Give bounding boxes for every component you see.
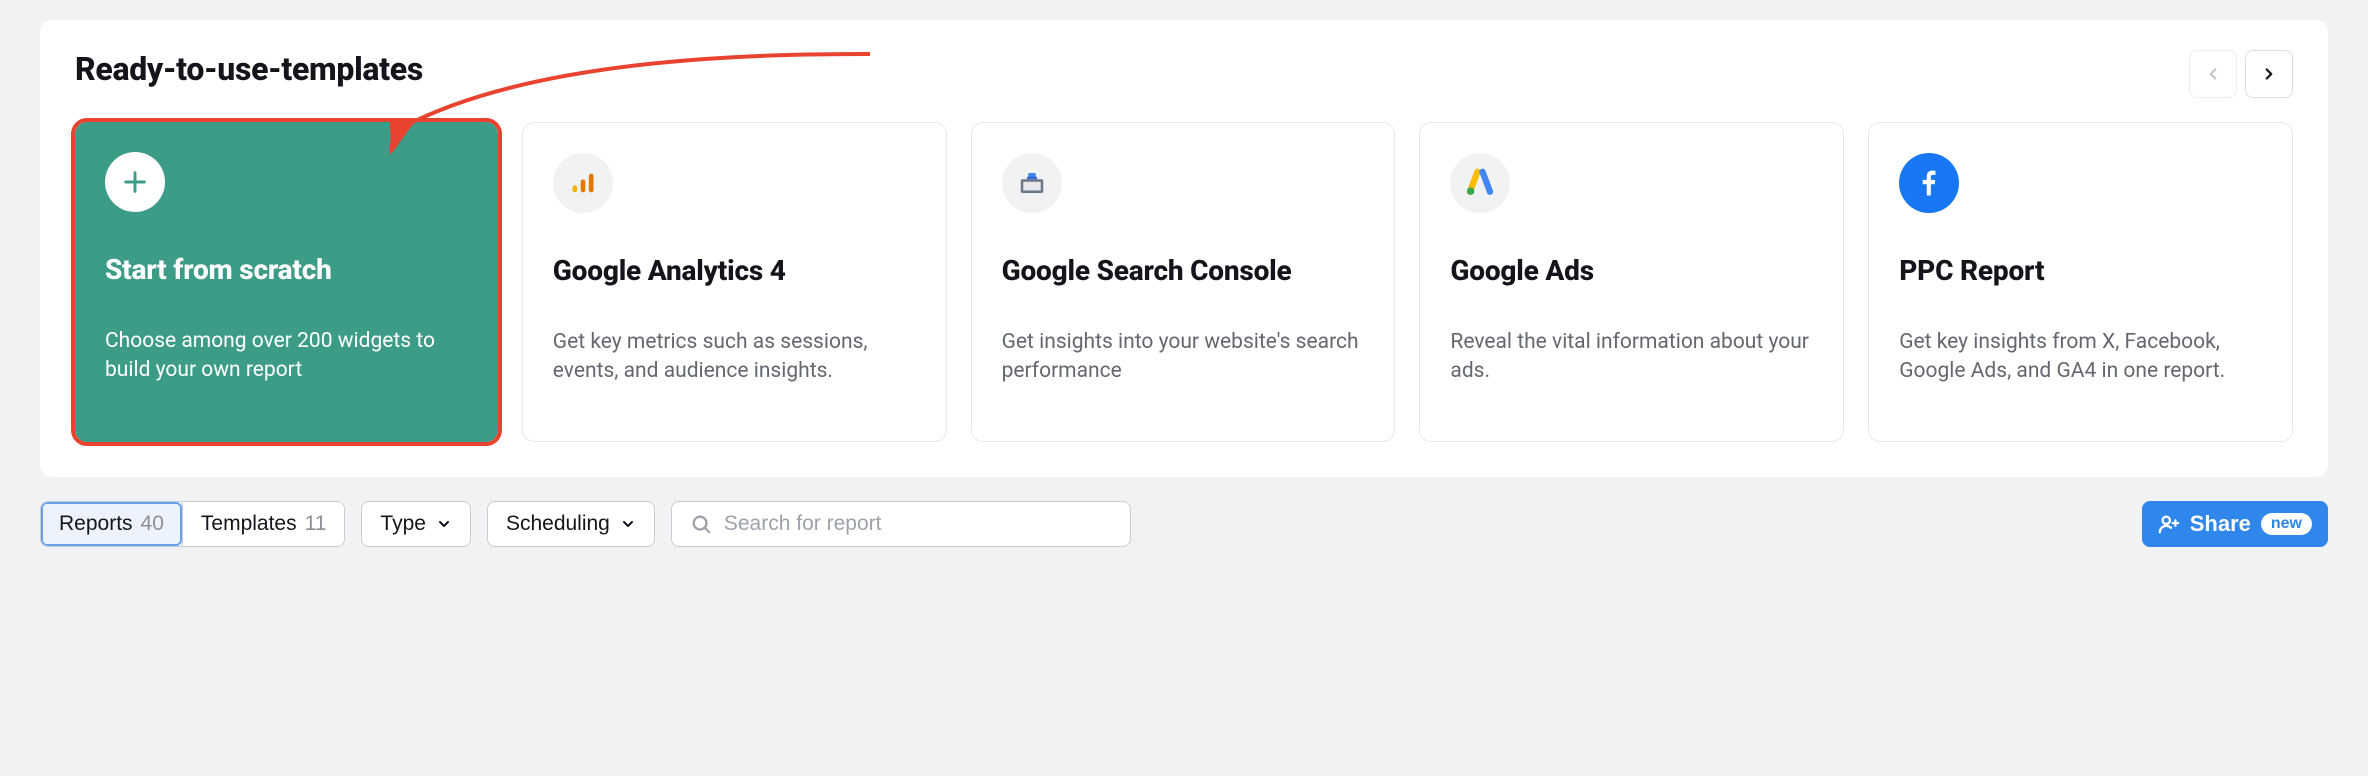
tab-reports[interactable]: Reports 40 — [41, 502, 182, 546]
chevron-down-icon — [436, 516, 452, 532]
card-start-from-scratch[interactable]: Start from scratch Choose among over 200… — [75, 122, 498, 442]
carousel-nav — [2189, 50, 2293, 98]
share-button[interactable]: Share new — [2142, 501, 2328, 547]
user-plus-icon — [2158, 513, 2180, 535]
plus-icon — [105, 152, 165, 212]
bottom-toolbar: Reports 40 Templates 11 Type Scheduling … — [40, 501, 2328, 547]
filter-scheduling-dropdown[interactable]: Scheduling — [487, 501, 655, 547]
google-analytics-icon — [553, 153, 613, 213]
search-field-wrapper[interactable] — [671, 501, 1131, 547]
card-ppc-report[interactable]: PPC Report Get key insights from X, Face… — [1868, 122, 2293, 442]
tab-count: 11 — [305, 512, 327, 536]
filter-label: Scheduling — [506, 512, 610, 536]
tab-count: 40 — [141, 512, 164, 536]
card-title: Google Analytics 4 — [553, 253, 916, 288]
google-search-console-icon — [1002, 153, 1062, 213]
panel-header: Ready-to-use-templates — [75, 50, 2293, 98]
tab-label: Reports — [59, 512, 133, 536]
tab-label: Templates — [201, 512, 297, 536]
facebook-icon — [1899, 153, 1959, 213]
templates-panel: Ready-to-use-templates Start from scratc… — [40, 20, 2328, 477]
panel-title: Ready-to-use-templates — [75, 50, 423, 88]
search-input[interactable] — [724, 512, 1112, 536]
card-description: Get insights into your website's search … — [1002, 328, 1365, 387]
card-google-ads[interactable]: Google Ads Reveal the vital information … — [1419, 122, 1844, 442]
card-title: Start from scratch — [105, 252, 468, 287]
card-description: Get key insights from X, Facebook, Googl… — [1899, 328, 2262, 387]
google-ads-icon — [1450, 153, 1510, 213]
view-toggle-group: Reports 40 Templates 11 — [40, 501, 345, 547]
chevron-left-icon — [2204, 65, 2222, 83]
carousel-prev-button[interactable] — [2189, 50, 2237, 98]
filter-label: Type — [380, 512, 426, 536]
template-cards-row: Start from scratch Choose among over 200… — [75, 122, 2293, 442]
chevron-right-icon — [2260, 65, 2278, 83]
card-google-analytics-4[interactable]: Google Analytics 4 Get key metrics such … — [522, 122, 947, 442]
search-icon — [690, 513, 712, 535]
chevron-down-icon — [620, 516, 636, 532]
carousel-next-button[interactable] — [2245, 50, 2293, 98]
card-title: Google Search Console — [1002, 253, 1365, 288]
card-google-search-console[interactable]: Google Search Console Get insights into … — [971, 122, 1396, 442]
new-badge: new — [2261, 513, 2312, 535]
card-description: Reveal the vital information about your … — [1450, 328, 1813, 387]
card-title: PPC Report — [1899, 253, 2262, 288]
card-description: Choose among over 200 widgets to build y… — [105, 327, 468, 386]
card-description: Get key metrics such as sessions, events… — [553, 328, 916, 387]
filter-type-dropdown[interactable]: Type — [361, 501, 471, 547]
share-label: Share — [2190, 511, 2251, 537]
tab-templates[interactable]: Templates 11 — [182, 502, 345, 546]
card-title: Google Ads — [1450, 253, 1813, 288]
